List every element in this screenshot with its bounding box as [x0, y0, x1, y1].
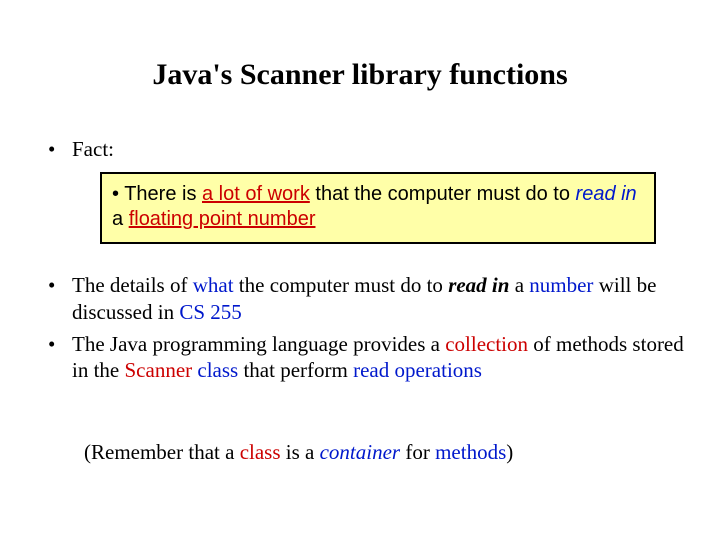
- callout-box: • There is a lot of work that the comput…: [100, 172, 656, 244]
- footnote: (Remember that a class is a container fo…: [48, 439, 684, 465]
- d2-read-ops: read operations: [353, 358, 482, 382]
- d1-read-in: read in: [448, 273, 509, 297]
- d1-p2: the computer must do to: [234, 273, 449, 297]
- fact-label: Fact:: [72, 136, 684, 162]
- slide-body: • Fact: • There is a lot of work that th…: [48, 136, 684, 466]
- callout-a-lot-of-work: a lot of work: [202, 183, 310, 205]
- d2-class: class: [197, 358, 238, 382]
- d2-p1: The Java programming language provides a: [72, 332, 445, 356]
- foot-container: container: [320, 440, 400, 464]
- bullet-detail-1: • The details of what the computer must …: [48, 272, 684, 325]
- bullet-fact: • Fact:: [48, 136, 684, 162]
- d1-number: number: [529, 273, 593, 297]
- bullet-dot: •: [48, 331, 72, 384]
- foot-class: class: [240, 440, 281, 464]
- foot-p2: is a: [281, 440, 320, 464]
- d2-collection: collection: [445, 332, 528, 356]
- callout-a: a: [112, 208, 129, 230]
- bullet-dot: •: [48, 136, 72, 162]
- bullet-detail-2: • The Java programming language provides…: [48, 331, 684, 384]
- callout-read-in: read in: [576, 183, 637, 205]
- page-title: Java's Scanner library functions: [0, 58, 720, 92]
- d2-p4: that perform: [238, 358, 353, 382]
- bullet-dot: •: [48, 272, 72, 325]
- foot-methods: methods: [435, 440, 506, 464]
- d1-p1: The details of: [72, 273, 193, 297]
- callout-mid: that the computer must do to: [310, 183, 576, 205]
- d1-what: what: [193, 273, 234, 297]
- d1-p3: a: [509, 273, 529, 297]
- detail-2-text: The Java programming language provides a…: [72, 331, 684, 384]
- d1-course: CS 255: [179, 300, 241, 324]
- slide: Java's Scanner library functions • Fact:…: [0, 0, 720, 540]
- d2-scanner: Scanner: [125, 358, 193, 382]
- foot-p3: for: [400, 440, 435, 464]
- callout-floating-point: floating point number: [129, 208, 316, 230]
- detail-1-text: The details of what the computer must do…: [72, 272, 684, 325]
- foot-p1: (Remember that a: [84, 440, 240, 464]
- callout-pre: • There is: [112, 183, 202, 205]
- foot-p4: ): [506, 440, 513, 464]
